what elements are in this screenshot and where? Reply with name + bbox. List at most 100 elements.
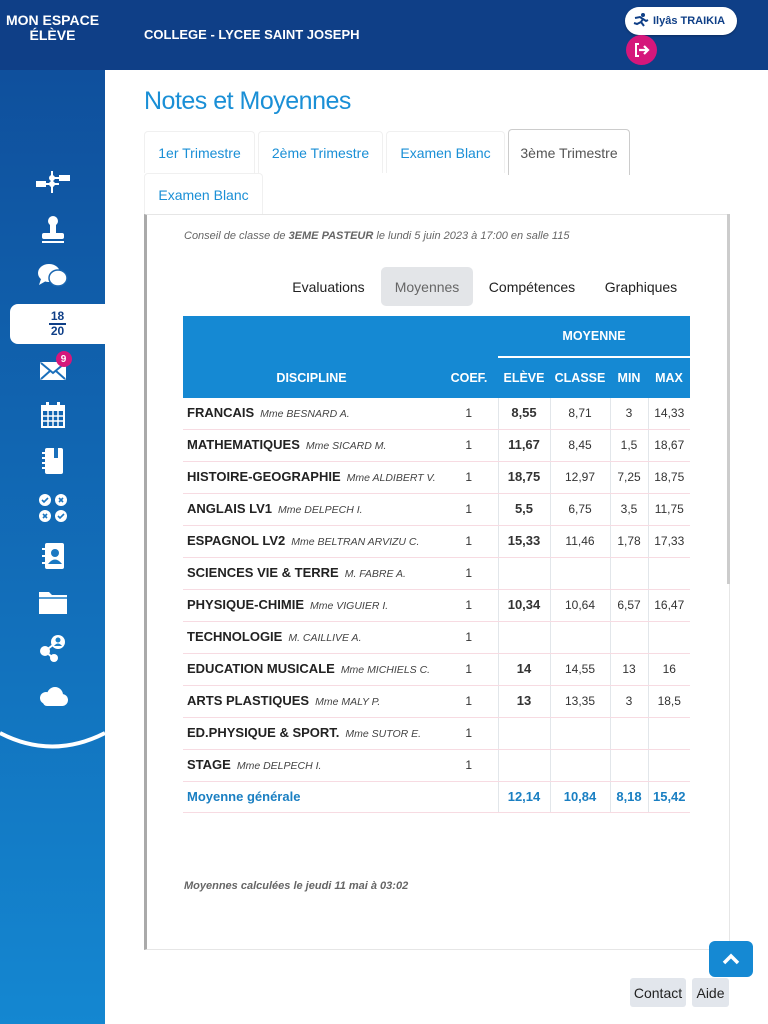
- teacher-name: Mme ALDIBERT V.: [346, 472, 436, 484]
- coef-cell: 1: [440, 653, 498, 686]
- sidebar-item-stamp[interactable]: [0, 210, 105, 250]
- coef-cell: 1: [440, 525, 498, 558]
- page-title: Notes et Moyennes: [144, 87, 351, 115]
- eleve-cell: 11,67: [497, 429, 550, 462]
- total-eleve: 12,14: [497, 781, 550, 813]
- sidebar-item-folder[interactable]: [0, 582, 105, 622]
- min-cell: 1,78: [609, 525, 648, 558]
- discipline-cell: TECHNOLOGIE M. CAILLIVE A.: [183, 621, 440, 654]
- grades-icon: 18 20: [48, 309, 67, 338]
- user-button[interactable]: Ilyâs TRAIKIA: [625, 7, 738, 35]
- discipline-name: TECHNOLOGIE: [187, 629, 283, 644]
- scrollbar[interactable]: [727, 214, 730, 584]
- classe-cell: 11,46: [549, 525, 610, 558]
- header-coef: COEF.: [440, 357, 498, 398]
- discipline-cell: STAGE Mme DELPECH I.: [183, 749, 440, 782]
- contact-button[interactable]: Contact: [630, 978, 686, 1007]
- tab-examen-blanc-1[interactable]: Examen Blanc: [386, 131, 505, 173]
- mail-icon: 9: [39, 351, 72, 381]
- min-cell: 13: [609, 653, 648, 686]
- logout-button[interactable]: [626, 35, 657, 65]
- min-cell: [609, 621, 648, 654]
- tab-2eme-trimestre[interactable]: 2ème Trimestre: [258, 131, 383, 173]
- tab-examen-blanc-2[interactable]: Examen Blanc: [144, 173, 263, 215]
- conseil-suffix: le lundi 5 juin 2023 à 17:00 en salle 11…: [373, 230, 570, 242]
- grades-num: 18: [48, 309, 67, 325]
- sidebar-item-contacts[interactable]: [0, 536, 105, 576]
- discipline-cell: SCIENCES VIE & TERRE M. FABRE A.: [183, 557, 440, 590]
- classe-cell: [549, 749, 610, 782]
- subtab-graphiques[interactable]: Graphiques: [594, 267, 688, 306]
- runner-icon: [633, 12, 649, 30]
- calc-note: Moyennes calculées le jeudi 11 mai à 03:…: [184, 880, 409, 892]
- sidebar-item-mail[interactable]: 9: [0, 351, 105, 391]
- header-classe: CLASSE: [550, 357, 610, 398]
- sidebar-item-calendar[interactable]: [0, 395, 105, 435]
- coef-cell: 1: [440, 621, 498, 654]
- logout-icon: [634, 43, 650, 57]
- teacher-name: M. CAILLIVE A.: [288, 632, 362, 644]
- contacts-icon: [41, 543, 64, 569]
- total-max: 15,42: [647, 781, 691, 813]
- brand[interactable]: MON ESPACE ÉLÈVE: [0, 0, 105, 56]
- chat-icon: [37, 263, 68, 289]
- discipline-cell: ESPAGNOL LV2 Mme BELTRAN ARVIZU C.: [183, 525, 440, 558]
- sidebar-item-chat[interactable]: [0, 256, 105, 296]
- teacher-name: Mme SICARD M.: [305, 440, 387, 452]
- max-cell: 11,75: [647, 493, 691, 526]
- coef-cell: 1: [440, 685, 498, 718]
- grades-table: MOYENNE DISCIPLINE COEF. ELÈVE CLASSE MI…: [183, 316, 691, 813]
- coef-cell: 1: [440, 749, 498, 782]
- header-max: MAX: [648, 357, 691, 398]
- sidebar-item-share[interactable]: [0, 628, 105, 668]
- sidebar-item-quiz[interactable]: [0, 488, 105, 528]
- eleve-cell: [497, 557, 550, 590]
- tab-3eme-trimestre[interactable]: 3ème Trimestre: [508, 129, 630, 175]
- sidebar-item-grades[interactable]: 18 20: [10, 304, 105, 344]
- max-cell: 18,5: [647, 685, 691, 718]
- min-cell: [609, 717, 648, 750]
- sidebar-item-network[interactable]: [0, 162, 105, 202]
- max-cell: [647, 717, 691, 750]
- table-row: SCIENCES VIE & TERRE M. FABRE A. 1: [183, 557, 691, 590]
- school-name: COLLEGE - LYCEE SAINT JOSEPH: [144, 27, 360, 42]
- unread-badge: 9: [55, 351, 72, 367]
- stamp-icon: [40, 216, 66, 244]
- teacher-name: Mme VIGUIER I.: [310, 600, 389, 612]
- eleve-cell: 18,75: [497, 461, 550, 494]
- notebook-icon: [41, 448, 64, 474]
- coef-cell: 1: [440, 429, 498, 462]
- sidebar-curve: [0, 731, 105, 749]
- sidebar-item-cloud[interactable]: [0, 676, 105, 716]
- help-button[interactable]: Aide: [692, 978, 729, 1007]
- discipline-name: ARTS PLASTIQUES: [187, 693, 310, 708]
- header-moyenne: MOYENNE: [498, 316, 691, 358]
- max-cell: 16,47: [647, 589, 691, 622]
- classe-cell: 13,35: [549, 685, 610, 718]
- coef-cell: 1: [440, 589, 498, 622]
- subtab-evaluations[interactable]: Evaluations: [281, 267, 376, 306]
- table-row: FRANCAIS Mme BESNARD A. 1 8,55 8,71 3 14,33: [183, 398, 691, 430]
- tab-1er-trimestre[interactable]: 1er Trimestre: [144, 131, 255, 173]
- discipline-name: FRANCAIS: [187, 405, 255, 420]
- total-label: Moyenne générale: [183, 781, 440, 813]
- total-coef: [440, 781, 498, 813]
- table-row: PHYSIQUE-CHIMIE Mme VIGUIER I. 1 10,34 10,64…: [183, 589, 691, 622]
- eleve-cell: [497, 621, 550, 654]
- table-row: ESPAGNOL LV2 Mme BELTRAN ARVIZU C. 1 15,33 1…: [183, 525, 691, 558]
- teacher-name: Mme SUTOR E.: [345, 728, 422, 740]
- discipline-cell: FRANCAIS Mme BESNARD A.: [183, 398, 440, 430]
- subtab-moyennes[interactable]: Moyennes: [381, 267, 473, 306]
- sidebar-item-notebook[interactable]: [0, 441, 105, 481]
- eleve-cell: [497, 717, 550, 750]
- total-row: Moyenne générale 12,14 10,84 8,18 15,42: [183, 781, 691, 813]
- teacher-name: Mme DELPECH I.: [278, 504, 363, 516]
- table-row: TECHNOLOGIE M. CAILLIVE A. 1: [183, 621, 691, 654]
- classe-cell: 12,97: [549, 461, 610, 494]
- eleve-cell: 13: [497, 685, 550, 718]
- scroll-top-button[interactable]: [709, 941, 753, 977]
- min-cell: 6,57: [609, 589, 648, 622]
- discipline-name: SCIENCES VIE & TERRE: [187, 565, 339, 580]
- subtab-competences[interactable]: Compétences: [478, 267, 586, 306]
- min-cell: 3: [609, 398, 648, 430]
